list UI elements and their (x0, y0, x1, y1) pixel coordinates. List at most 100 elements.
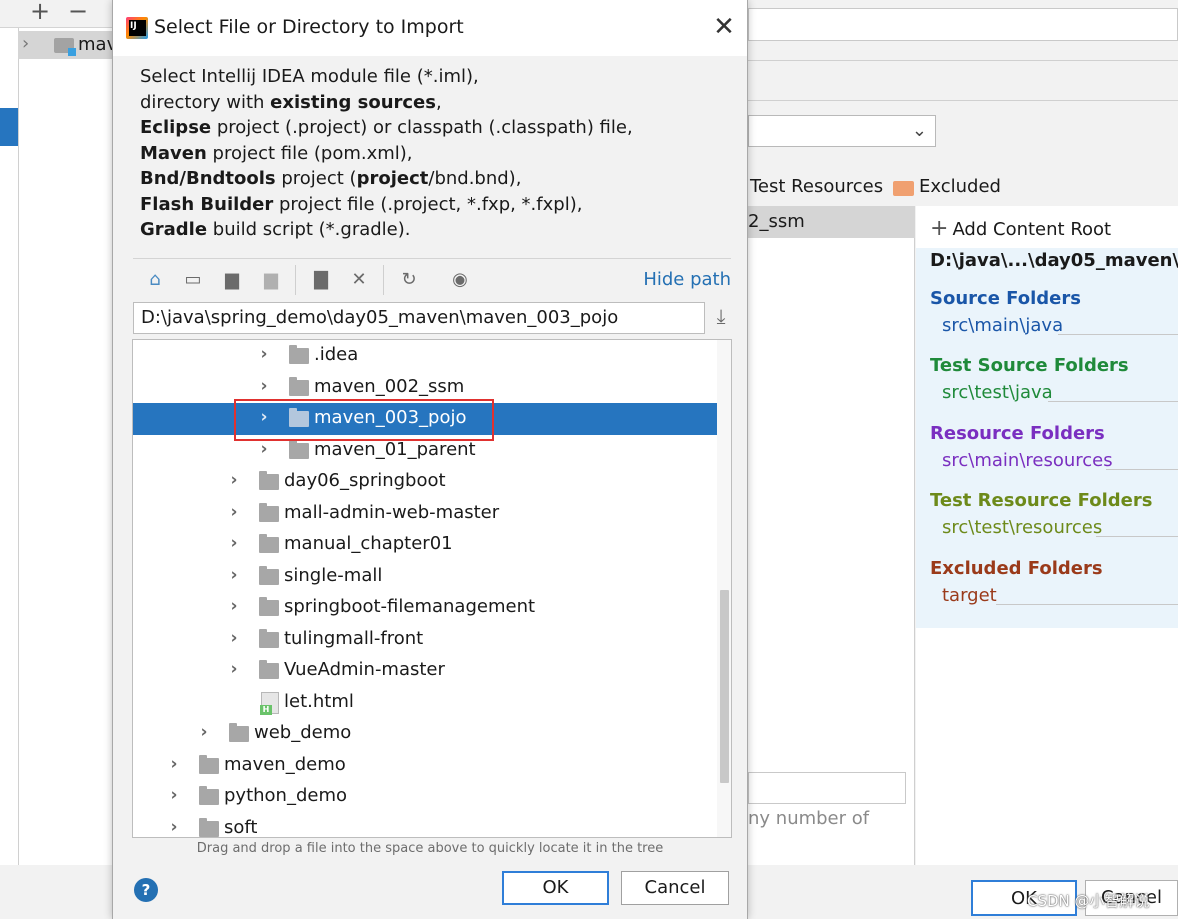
module-name-field[interactable] (748, 8, 1178, 41)
tree-item[interactable]: › springboot-filemanagement (133, 592, 717, 624)
refresh-icon[interactable]: ↻ (397, 268, 421, 292)
module-folder-icon (54, 38, 76, 56)
cancel-button[interactable]: Cancel (621, 871, 729, 905)
language-level-select[interactable]: ⌄ (748, 115, 936, 147)
home-icon[interactable]: ⌂ (143, 268, 167, 292)
download-icon[interactable]: ⤓ (709, 304, 733, 332)
hide-path-link[interactable]: Hide path (643, 269, 731, 290)
tree-item[interactable]: › VueAdmin-master (133, 655, 717, 687)
tree-item-label: manual_chapter01 (284, 533, 453, 554)
select-file-dialog: Select File or Directory to Import ✕ Sel… (112, 0, 748, 919)
tree-item[interactable]: › soft (133, 813, 717, 837)
test-resource-folders-heading: Test Resource Folders (930, 490, 1153, 511)
tree-item[interactable]: › day06_springboot (133, 466, 717, 498)
chevron-down-icon[interactable]: ⌄ (912, 120, 927, 141)
chevron-right-icon[interactable]: › (226, 628, 242, 648)
folder-icon (199, 786, 219, 805)
ok-button[interactable]: OK (502, 871, 609, 905)
description-line: Bnd/Bndtools project (project/bnd.bnd), (140, 168, 522, 189)
tree-item-label: python_demo (224, 785, 348, 806)
tree-item-label: .idea (314, 344, 359, 365)
add-content-root-label: Add Content Root (952, 219, 1112, 240)
description-line: Gradle build script (*.gradle). (140, 219, 411, 240)
chevron-right-icon[interactable]: › (166, 754, 182, 774)
tree-item-label: single-mall (284, 565, 383, 586)
excluded-folder-icon (893, 181, 914, 196)
tree-item[interactable]: › .idea (133, 340, 717, 372)
help-button[interactable]: ? (134, 878, 158, 902)
toolbar-separator (383, 265, 384, 295)
left-toolbar: + − (0, 0, 112, 28)
chevron-right-icon[interactable]: › (22, 33, 29, 54)
legend-test-resources[interactable]: Test Resources (750, 176, 883, 197)
remove-icon[interactable]: − (68, 0, 88, 25)
desktop-icon[interactable]: ▭ (181, 268, 205, 292)
source-folder-item[interactable]: src\main\java (942, 315, 1063, 336)
tree-item-label: day06_springboot (284, 470, 446, 491)
chevron-right-icon[interactable]: › (256, 376, 272, 396)
legend-excluded[interactable]: Excluded (919, 176, 1001, 197)
tree-item[interactable]: let.html (133, 687, 717, 719)
divider (748, 60, 1178, 61)
tree-item-label: VueAdmin-master (284, 659, 445, 680)
folder-icon (259, 503, 279, 522)
folder-icon (289, 440, 309, 459)
module-list-item-label: 2_ssm (748, 211, 805, 232)
resource-folder-item[interactable]: src\main\resources (942, 450, 1113, 471)
chevron-right-icon[interactable]: › (196, 722, 212, 742)
path-input[interactable]: D:\java\spring_demo\day05_maven\maven_00… (133, 302, 705, 334)
tree-item[interactable]: › single-mall (133, 561, 717, 593)
module-list-item[interactable]: 2_ssm (748, 206, 915, 238)
dialog-title: Select File or Directory to Import (154, 16, 464, 38)
drag-drop-hint: Drag and drop a file into the space abov… (196, 841, 664, 856)
divider (1048, 401, 1178, 402)
excluded-folders-heading: Excluded Folders (930, 558, 1103, 579)
text-field[interactable] (748, 772, 906, 804)
tree-item[interactable]: › mall-admin-web-master (133, 498, 717, 530)
tree-item[interactable]: › manual_chapter01 (133, 529, 717, 561)
folder-icon (229, 723, 249, 742)
html-file-icon (260, 692, 279, 715)
module-list: 2_ssm (748, 206, 915, 865)
chevron-right-icon[interactable]: › (226, 502, 242, 522)
highlight-annotation (234, 399, 494, 441)
test-source-folder-item[interactable]: src\test\java (942, 382, 1053, 403)
excluded-folder-item[interactable]: target (942, 585, 997, 606)
scrollbar-thumb[interactable] (720, 590, 729, 783)
chevron-right-icon[interactable]: › (256, 439, 272, 459)
chevron-right-icon[interactable]: › (226, 565, 242, 585)
project-icon[interactable]: ▆ (220, 268, 244, 292)
chevron-right-icon[interactable]: › (166, 817, 182, 837)
tree-item[interactable]: › tulingmall-front (133, 624, 717, 656)
tree-item-label: maven_002_ssm (314, 376, 465, 397)
chevron-right-icon[interactable]: › (256, 344, 272, 364)
test-resource-folder-item[interactable]: src\test\resources (942, 517, 1102, 538)
tree-item[interactable]: › web_demo (133, 718, 717, 750)
tree-item[interactable]: › python_demo (133, 781, 717, 813)
description-line: Select Intellij IDEA module file (*.iml)… (140, 66, 479, 87)
chevron-right-icon[interactable]: › (226, 659, 242, 679)
dialog-titlebar[interactable]: Select File or Directory to Import ✕ (113, 0, 747, 56)
chevron-right-icon[interactable]: › (226, 533, 242, 553)
chevron-right-icon[interactable]: › (226, 470, 242, 490)
close-icon[interactable]: ✕ (709, 12, 739, 42)
divider (1106, 469, 1178, 470)
show-hidden-icon[interactable]: ◉ (448, 268, 472, 292)
hint-text: ny number of (748, 808, 870, 829)
tree-item-label: tulingmall-front (284, 628, 424, 649)
resource-folders-heading: Resource Folders (930, 423, 1105, 444)
test-source-folders-heading: Test Source Folders (930, 355, 1129, 376)
module-icon[interactable]: ▆ (259, 268, 283, 292)
divider (1058, 334, 1178, 335)
file-tree[interactable]: › .idea › maven_002_ssm › maven_003_pojo… (132, 339, 732, 838)
chevron-right-icon[interactable]: › (166, 785, 182, 805)
description-line: directory with existing sources, (140, 91, 442, 113)
new-folder-icon[interactable]: ▇ (309, 268, 333, 292)
tree-item[interactable]: › maven_demo (133, 750, 717, 782)
tree-item-label: maven_demo (224, 754, 346, 775)
add-content-root-button[interactable]: + Add Content Root (930, 216, 1111, 241)
chevron-right-icon[interactable]: › (226, 596, 242, 616)
left-tree-item[interactable]: › mav (18, 31, 117, 59)
delete-icon[interactable]: ✕ (347, 268, 371, 292)
add-icon[interactable]: + (30, 0, 50, 25)
